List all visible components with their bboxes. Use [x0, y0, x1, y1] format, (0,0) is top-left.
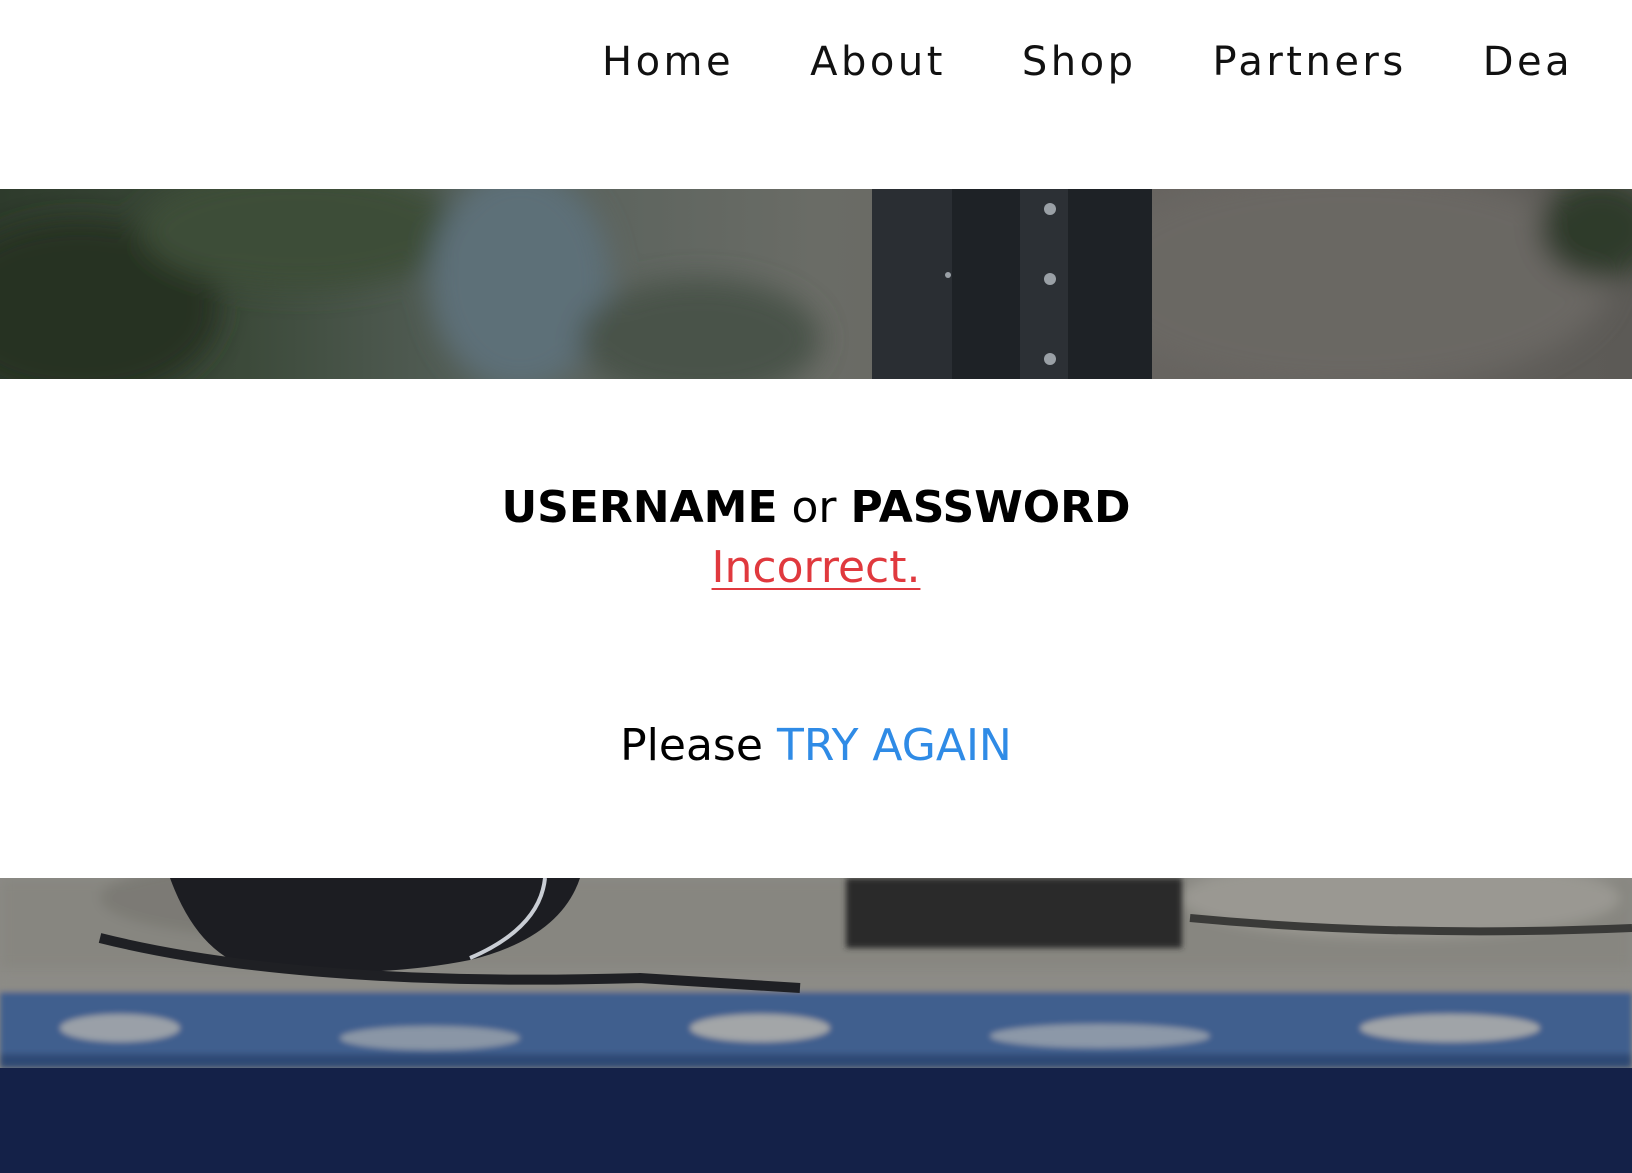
main-nav: Home About Shop Partners Dea — [602, 36, 1632, 88]
nav-shop[interactable]: Shop — [1022, 36, 1137, 88]
or-text: or — [791, 482, 837, 533]
retry-prompt: Please TRY AGAIN — [0, 718, 1632, 774]
nav-about[interactable]: About — [810, 36, 946, 88]
photo-bottom-image — [0, 878, 1632, 1068]
nav-partners[interactable]: Partners — [1213, 36, 1407, 88]
please-text: Please — [620, 720, 763, 771]
photo-top-image — [0, 189, 1632, 379]
password-label: PASSWORD — [850, 482, 1131, 533]
login-error-panel: USERNAME or PASSWORD Incorrect. Please T… — [0, 379, 1632, 878]
nav-home[interactable]: Home — [602, 36, 734, 88]
username-label: USERNAME — [501, 482, 778, 533]
page: Home About Shop Partners Dea USERNAME or… — [0, 0, 1632, 1173]
incorrect-text: Incorrect. — [711, 542, 921, 593]
background-photo-top — [0, 189, 1632, 379]
error-status: Incorrect. — [0, 540, 1632, 596]
error-heading: USERNAME or PASSWORD — [0, 480, 1632, 536]
try-again-link[interactable]: TRY AGAIN — [777, 720, 1012, 771]
site-footer — [0, 1068, 1632, 1173]
nav-dealers[interactable]: Dea — [1483, 36, 1573, 88]
background-photo-bottom — [0, 878, 1632, 1068]
site-header: Home About Shop Partners Dea — [0, 0, 1632, 189]
